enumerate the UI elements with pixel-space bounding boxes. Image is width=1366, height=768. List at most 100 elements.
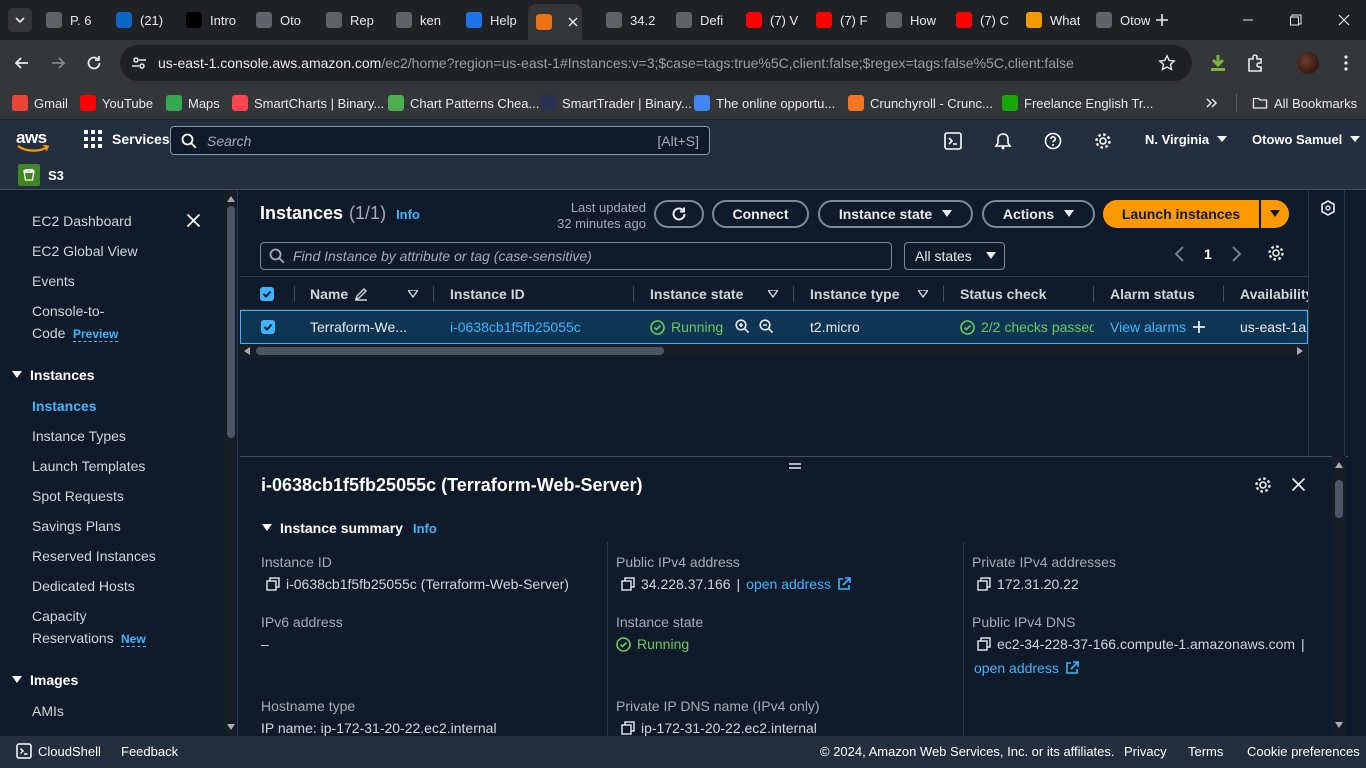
back-button[interactable]: [12, 53, 32, 73]
col-status-check[interactable]: Status check: [960, 277, 1046, 311]
browser-tab[interactable]: (7) V: [738, 6, 800, 34]
sidebar-item-dedicated-hosts[interactable]: Dedicated Hosts: [32, 578, 135, 594]
external-link-icon[interactable]: [837, 577, 851, 591]
copy-icon[interactable]: [266, 577, 280, 591]
sidebar-item-instances[interactable]: Instances: [32, 398, 97, 414]
sidebar-item-instance-types[interactable]: Instance Types: [32, 428, 126, 444]
extension-download-icon[interactable]: [1208, 53, 1228, 73]
sidebar-item-amis[interactable]: AMIs: [32, 703, 64, 719]
launch-dropdown-button[interactable]: [1261, 200, 1289, 228]
profile-avatar[interactable]: [1297, 52, 1319, 74]
browser-tab[interactable]: Oto: [248, 6, 310, 34]
sidebar-item-spot-requests[interactable]: Spot Requests: [32, 488, 124, 504]
all-bookmarks[interactable]: All Bookmarks: [1252, 92, 1357, 114]
browser-tab[interactable]: (7) F: [808, 6, 870, 34]
user-menu[interactable]: Otowo Samuel: [1252, 132, 1361, 147]
open-address-link[interactable]: open address: [746, 576, 831, 592]
cookie-preferences-link[interactable]: Cookie preferences: [1247, 744, 1360, 759]
launch-instances-button[interactable]: Launch instances: [1103, 200, 1259, 228]
details-scrollbar[interactable]: [1332, 456, 1346, 736]
region-selector[interactable]: N. Virginia: [1145, 132, 1228, 147]
settings-gear-icon[interactable]: [1094, 132, 1112, 150]
sort-caret-icon[interactable]: [918, 290, 928, 298]
copy-icon[interactable]: [621, 721, 635, 735]
feedback-link[interactable]: Feedback: [121, 744, 178, 759]
sidebar-item-ec2-dashboard[interactable]: EC2 Dashboard: [32, 213, 132, 229]
browser-tab[interactable]: 34.2: [598, 6, 660, 34]
sidebar-scrollbar[interactable]: [224, 190, 237, 736]
extensions-icon[interactable]: [1245, 53, 1265, 73]
star-icon[interactable]: [1158, 54, 1176, 72]
table-horizontal-scrollbar[interactable]: [240, 344, 1308, 358]
sidebar-item-savings-plans[interactable]: Savings Plans: [32, 518, 121, 534]
current-page[interactable]: 1: [1204, 246, 1212, 262]
minimize-button[interactable]: [1240, 12, 1256, 28]
add-alarm-plus-icon[interactable]: [1192, 320, 1206, 334]
cloudshell-footer-button[interactable]: CloudShell: [16, 743, 101, 759]
favorite-s3[interactable]: S3: [18, 164, 64, 186]
scroll-thumb[interactable]: [1335, 480, 1343, 518]
browser-tab[interactable]: Rep: [318, 6, 380, 34]
close-tab-icon[interactable]: [568, 17, 578, 27]
next-page-icon[interactable]: [1230, 246, 1242, 262]
instance-summary-toggle[interactable]: Instance summary Info: [262, 520, 437, 536]
notifications-bell-icon[interactable]: [994, 132, 1012, 150]
sidebar-item-console-to-code[interactable]: Console-to-: [32, 303, 104, 319]
table-row[interactable]: Terraform-We... i-0638cb1f5fb25055c Runn…: [240, 310, 1308, 344]
tab-search-button[interactable]: [8, 8, 32, 32]
sidebar-item-events[interactable]: Events: [32, 273, 75, 289]
panel-settings-gear-icon[interactable]: [1254, 476, 1272, 494]
address-bar[interactable]: us-east-1.console.aws.amazon.com/ec2/hom…: [120, 45, 1192, 81]
sidebar-section-instances[interactable]: Instances: [12, 367, 95, 383]
bookmark-item[interactable]: SmartTrader | Binary...: [540, 92, 692, 114]
bookmark-item[interactable]: Freelance English Tr...: [1002, 92, 1153, 114]
scroll-thumb[interactable]: [227, 206, 235, 438]
table-preferences-icon[interactable]: [1267, 244, 1285, 262]
browser-tab[interactable]: What: [1018, 6, 1080, 34]
side-panel-toggle-icon[interactable]: [1320, 200, 1336, 216]
external-link-icon[interactable]: [1065, 661, 1079, 675]
sidebar-item-reserved-instances[interactable]: Reserved Instances: [32, 548, 156, 564]
sidebar-section-images[interactable]: Images: [12, 672, 78, 688]
zoom-in-icon[interactable]: [735, 319, 750, 334]
reload-button[interactable]: [84, 53, 104, 73]
col-availability[interactable]: Availability: [1240, 277, 1308, 311]
browser-tab[interactable]: Defi: [668, 6, 730, 34]
close-panel-icon[interactable]: [1291, 477, 1306, 492]
cloudshell-icon[interactable]: [944, 132, 962, 150]
browser-tab[interactable]: (7) C: [948, 6, 1010, 34]
sidebar-item-console-to-code-2[interactable]: Code: [32, 325, 65, 341]
menu-icon[interactable]: [1336, 53, 1356, 73]
privacy-link[interactable]: Privacy: [1124, 744, 1167, 759]
aws-search-input[interactable]: Search [Alt+S]: [170, 126, 710, 155]
browser-tab[interactable]: P. 6: [38, 6, 100, 34]
browser-tab[interactable]: ken: [388, 6, 450, 34]
col-instance-type[interactable]: Instance type: [810, 277, 899, 311]
bookmark-item[interactable]: Chart Patterns Chea...: [388, 92, 539, 114]
help-icon[interactable]: [1044, 132, 1062, 150]
open-address-link[interactable]: open address: [974, 660, 1059, 676]
copy-icon[interactable]: [977, 637, 991, 651]
bookmark-item[interactable]: YouTube: [80, 92, 153, 114]
info-link[interactable]: Info: [396, 207, 420, 222]
states-filter-select[interactable]: All states: [904, 242, 1005, 270]
browser-tab[interactable]: [528, 4, 582, 40]
row-checkbox[interactable]: [261, 320, 275, 334]
sort-caret-icon[interactable]: [408, 290, 418, 298]
scroll-thumb[interactable]: [256, 347, 664, 355]
row-instance-id-link[interactable]: i-0638cb1f5fb25055c: [450, 319, 581, 335]
browser-tab[interactable]: Help: [458, 6, 520, 34]
actions-button[interactable]: Actions: [982, 200, 1095, 228]
browser-tab[interactable]: (21): [108, 6, 170, 34]
copy-icon[interactable]: [621, 577, 635, 591]
select-all-checkbox[interactable]: [260, 287, 274, 301]
prev-page-icon[interactable]: [1174, 246, 1186, 262]
more-bookmarks-icon[interactable]: [1204, 95, 1220, 111]
new-tab-button[interactable]: [1150, 8, 1174, 32]
sidebar-item-launch-templates[interactable]: Launch Templates: [32, 458, 145, 474]
close-window-button[interactable]: [1336, 12, 1352, 28]
col-alarm-status[interactable]: Alarm status: [1110, 277, 1195, 311]
connect-button[interactable]: Connect: [712, 200, 809, 228]
site-info-icon[interactable]: [130, 54, 148, 72]
sort-caret-icon[interactable]: [768, 290, 778, 298]
